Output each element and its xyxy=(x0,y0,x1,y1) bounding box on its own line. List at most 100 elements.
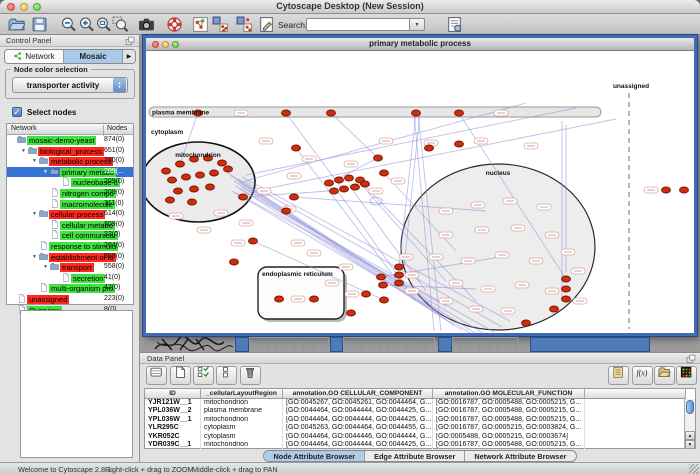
tab-network[interactable]: Network xyxy=(5,50,64,63)
select-attributes-button[interactable] xyxy=(193,366,214,385)
network-node[interactable] xyxy=(224,166,233,172)
layout-tool-a-icon[interactable] xyxy=(212,16,229,33)
node-color-dropdown[interactable]: transporter activity ▲▼ xyxy=(12,77,128,93)
network-node[interactable] xyxy=(230,259,239,265)
scroll-up-button[interactable]: ▲ xyxy=(685,431,695,440)
network-node[interactable] xyxy=(412,110,421,116)
search-input[interactable] xyxy=(306,18,410,31)
table-row-yjr121w__1[interactable]: YJR121W__1mitochondrion[GO:0045267, GO:0… xyxy=(145,399,695,407)
tree-expand-arrow[interactable]: ▼ xyxy=(43,167,50,178)
network-node[interactable] xyxy=(330,188,339,194)
new-attribute-button[interactable] xyxy=(170,366,191,385)
help-icon[interactable] xyxy=(166,16,183,33)
network-node[interactable] xyxy=(168,177,177,183)
tree-row-multi-organism-pro[interactable]: multi-organism pro42(0) xyxy=(7,283,133,294)
network-canvas[interactable]: plasma membranecytoplasmmitochondrionnuc… xyxy=(146,51,694,333)
network-node[interactable] xyxy=(361,181,370,187)
tab-node-attribute-browser[interactable]: Node Attribute Browser xyxy=(264,451,365,461)
zoom-fit-icon[interactable] xyxy=(95,16,112,33)
network-node[interactable] xyxy=(362,291,371,297)
vizmap-edit-icon[interactable] xyxy=(258,16,275,33)
tree-row-primary-metabo[interactable]: ▼primary metabo209(... xyxy=(7,167,133,178)
attribute-list-button[interactable] xyxy=(608,366,629,385)
background-frame-border[interactable] xyxy=(530,337,650,352)
table-row-ykr052c[interactable]: YKR052Ccytoplasm[GO:0044464, GO:0044446,… xyxy=(145,433,695,441)
attribute-table-button[interactable] xyxy=(146,366,167,385)
network-node[interactable] xyxy=(325,180,334,186)
network-node[interactable] xyxy=(218,160,227,166)
tree-expand-arrow[interactable]: ▼ xyxy=(21,146,28,157)
tree-expand-arrow[interactable]: ▼ xyxy=(32,252,39,263)
background-frame-border[interactable] xyxy=(330,337,343,352)
search-dropdown-button[interactable]: ▼ xyxy=(410,18,425,31)
tree-row-cellular-process[interactable]: ▼cellular process614(0) xyxy=(7,209,133,220)
network-node[interactable] xyxy=(380,170,389,176)
network-node[interactable] xyxy=(345,175,354,181)
column-header--cellularlayoutregion[interactable]: _cellularLayoutRegion xyxy=(201,389,283,399)
network-node[interactable] xyxy=(562,286,571,292)
table-row-ypl036w__1[interactable]: YPL036W__1mitochondrion[GO:0044464, GO:0… xyxy=(145,416,695,424)
table-scrollbar[interactable]: ▲ ▼ xyxy=(684,399,695,449)
network-node[interactable] xyxy=(292,145,301,151)
tree-row-metabolic-process[interactable]: ▼metabolic process280(0) xyxy=(7,156,133,167)
scroll-down-button[interactable]: ▼ xyxy=(685,440,695,449)
layout-tool-b-icon[interactable] xyxy=(236,16,253,33)
network-node[interactable] xyxy=(310,296,319,302)
network-node[interactable] xyxy=(351,184,360,190)
unselect-attributes-button[interactable] xyxy=(216,366,237,385)
network-node[interactable] xyxy=(176,161,185,167)
tab-mosaic[interactable]: Mosaic xyxy=(64,50,123,63)
float-window-icon[interactable] xyxy=(686,354,696,364)
snapshot-icon[interactable] xyxy=(138,16,155,33)
network-node[interactable] xyxy=(335,177,344,183)
network-node[interactable] xyxy=(174,188,183,194)
select-nodes-checkbox[interactable]: ✓ xyxy=(12,107,22,117)
table-row-ydr039c__1[interactable]: YDR039C__1mitochondrion[GO:0044464, GO:0… xyxy=(145,441,695,449)
network-node[interactable] xyxy=(210,170,219,176)
network-node[interactable] xyxy=(327,110,336,116)
network-node[interactable] xyxy=(379,282,388,288)
network-node[interactable] xyxy=(562,276,571,282)
network-node[interactable] xyxy=(455,141,464,147)
network-node[interactable] xyxy=(282,110,291,116)
background-frame-content[interactable] xyxy=(249,337,329,352)
network-node[interactable] xyxy=(196,172,205,178)
window-titlebar[interactable]: Cytoscape Desktop (New Session) xyxy=(0,0,700,14)
network-node[interactable] xyxy=(380,297,389,303)
float-window-icon[interactable] xyxy=(125,36,135,46)
network-node[interactable] xyxy=(455,110,464,116)
network-node[interactable] xyxy=(377,274,386,280)
column-header-annotation-go-cellular-component[interactable]: annotation.GO CELLULAR_COMPONENT xyxy=(283,389,433,399)
zoom-selected-icon[interactable] xyxy=(112,16,129,33)
network-node[interactable] xyxy=(162,168,171,174)
tree-row-secretion[interactable]: secretion41(0) xyxy=(7,273,133,284)
zoom-out-icon[interactable] xyxy=(60,16,77,33)
network-node[interactable] xyxy=(662,187,671,193)
tree-row-cell-communicat[interactable]: cell communicat22(0) xyxy=(7,230,133,241)
tab-network-attribute-browser[interactable]: Network Attribute Browser xyxy=(465,451,575,461)
network-node[interactable] xyxy=(680,187,689,193)
zoom-in-icon[interactable] xyxy=(78,16,95,33)
network-node[interactable] xyxy=(347,310,356,316)
network-node[interactable] xyxy=(239,194,248,200)
network-node[interactable] xyxy=(425,145,434,151)
save-session-icon[interactable] xyxy=(31,16,48,33)
network-node[interactable] xyxy=(562,296,571,302)
import-table-button[interactable] xyxy=(654,366,675,385)
network-node[interactable] xyxy=(182,174,191,180)
table-row-ylr295c[interactable]: YLR295Ccytoplasm[GO:0045263, GO:0044464,… xyxy=(145,424,695,432)
network-node[interactable] xyxy=(188,199,197,205)
tab-edge-attribute-browser[interactable]: Edge Attribute Browser xyxy=(365,451,465,461)
matrix-button[interactable] xyxy=(676,366,697,385)
tree-row-response-to-stimulu[interactable]: response to stimulu264(0) xyxy=(7,241,133,252)
column-header-id[interactable]: ID xyxy=(145,389,201,399)
tree-row-biological-process[interactable]: ▼biological_process651(0) xyxy=(7,146,133,157)
column-header-annotation-go-molecular-function[interactable]: annotation.GO MOLECULAR_FUNCTION xyxy=(433,389,585,399)
tree-row-nitrogen-compo[interactable]: nitrogen compo209(0) xyxy=(7,188,133,199)
table-row-ypl036w__2[interactable]: YPL036W__2plasma membrane[GO:0044464, GO… xyxy=(145,407,695,415)
delete-attribute-button[interactable] xyxy=(240,366,261,385)
network-node[interactable] xyxy=(166,197,175,203)
network-node[interactable] xyxy=(282,208,291,214)
background-frame-content[interactable] xyxy=(452,337,518,352)
tree-row-unassigned[interactable]: unassigned223(0) xyxy=(7,294,133,305)
